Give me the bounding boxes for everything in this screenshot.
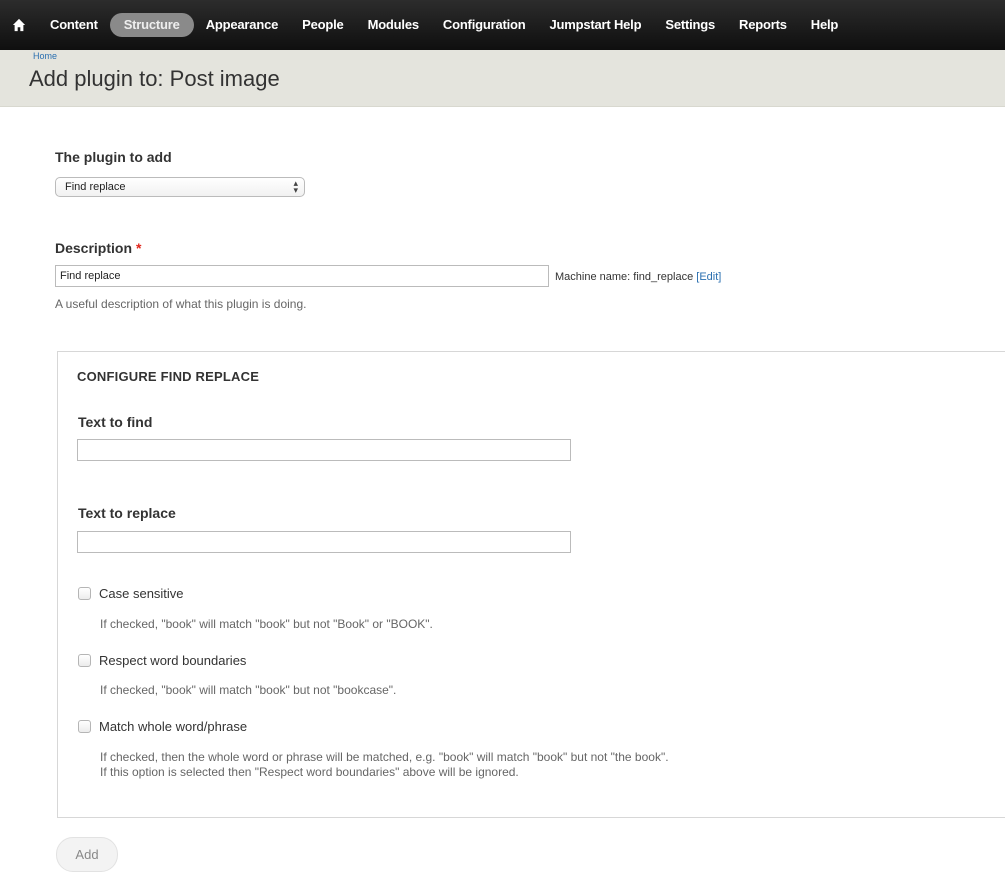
toolbar-item-jumpstart-help[interactable]: Jumpstart Help: [538, 13, 654, 37]
word-boundaries-checkbox[interactable]: [78, 654, 91, 667]
page-header: Home Add plugin to: Post image: [0, 50, 1005, 107]
text-to-replace-input[interactable]: [77, 531, 571, 553]
breadcrumb-home-link[interactable]: Home: [33, 51, 57, 61]
toolbar-item-appearance[interactable]: Appearance: [194, 13, 290, 37]
case-sensitive-description: If checked, "book" will match "book" but…: [100, 617, 433, 631]
toolbar-item-reports[interactable]: Reports: [727, 13, 799, 37]
toolbar-item-people[interactable]: People: [290, 13, 355, 37]
word-boundaries-label: Respect word boundaries: [99, 653, 247, 668]
fieldset-legend: CONFIGURE FIND REPLACE: [77, 369, 260, 384]
description-help: A useful description of what this plugin…: [55, 297, 307, 311]
toolbar-item-configuration[interactable]: Configuration: [431, 13, 538, 37]
case-sensitive-label: Case sensitive: [99, 586, 184, 601]
description-label-text: Description: [55, 240, 133, 256]
add-button[interactable]: Add: [56, 837, 118, 872]
configure-fieldset: [57, 351, 1005, 818]
text-to-find-input[interactable]: [77, 439, 571, 461]
whole-word-description: If checked, then the whole word or phras…: [100, 750, 669, 764]
admin-toolbar: Content Structure Appearance People Modu…: [0, 0, 1005, 50]
whole-word-checkbox[interactable]: [78, 720, 91, 733]
machine-name-edit-link[interactable]: [Edit]: [696, 271, 721, 283]
word-boundaries-description: If checked, "book" will match "book" but…: [100, 683, 397, 697]
page-title: Add plugin to: Post image: [29, 66, 280, 91]
plugin-select-label: The plugin to add: [55, 149, 172, 165]
whole-word-option[interactable]: Match whole word/phrase: [78, 719, 247, 734]
text-to-find-label: Text to find: [78, 414, 153, 430]
description-input[interactable]: Find replace: [55, 265, 549, 287]
text-to-replace-label: Text to replace: [78, 505, 176, 521]
required-marker: *: [136, 240, 142, 256]
toolbar-item-modules[interactable]: Modules: [356, 13, 431, 37]
whole-word-description-note: If this option is selected then "Respect…: [100, 765, 519, 779]
word-boundaries-option[interactable]: Respect word boundaries: [78, 653, 246, 668]
machine-name: Machine name: find_replace [Edit]: [555, 271, 721, 283]
toolbar-item-help[interactable]: Help: [799, 13, 850, 37]
home-icon[interactable]: [0, 0, 38, 50]
whole-word-label: Match whole word/phrase: [99, 719, 248, 734]
plugin-select-value: Find replace: [65, 181, 126, 193]
case-sensitive-option[interactable]: Case sensitive: [78, 586, 184, 601]
plugin-select[interactable]: Find replace ▴ ▾: [55, 177, 305, 197]
select-arrows-icon: ▴ ▾: [293, 178, 298, 195]
machine-name-text: Machine name: find_replace: [555, 271, 694, 283]
case-sensitive-checkbox[interactable]: [78, 587, 91, 600]
toolbar-item-content[interactable]: Content: [38, 13, 110, 37]
description-label: Description *: [55, 240, 141, 256]
toolbar-item-structure[interactable]: Structure: [109, 13, 194, 37]
toolbar-item-settings[interactable]: Settings: [653, 13, 727, 37]
